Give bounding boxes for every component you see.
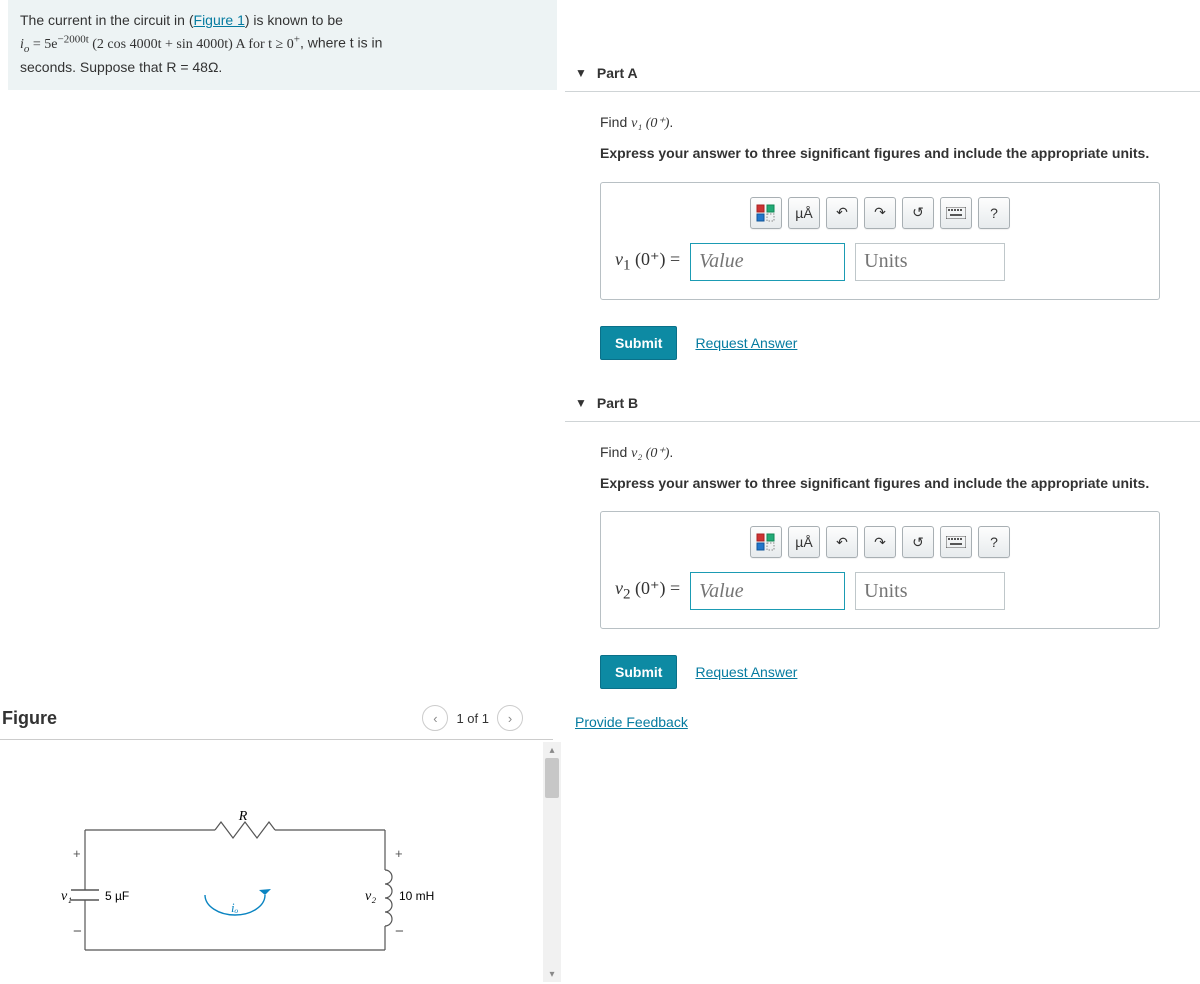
part-a-title: Part A	[597, 65, 638, 81]
lbl-v: v	[615, 249, 623, 269]
svg-text:5 µF: 5 µF	[105, 889, 129, 903]
svg-text:−: −	[73, 923, 82, 940]
units-button[interactable]: µÅ	[788, 526, 820, 558]
figure-next-button[interactable]: ›	[497, 705, 523, 731]
eq-exp: −2000t	[58, 33, 89, 45]
part-b-answer-box: µÅ ↶ ↷ ↺ ? v2 (0⁺) =	[600, 511, 1160, 629]
find-var: v₁ (0⁺)	[631, 116, 669, 131]
lbl-sub: 2	[623, 587, 631, 603]
find-post: .	[669, 114, 673, 130]
equation: io = 5e−2000t (2 cos 4000t + sin 4000t) …	[20, 37, 300, 52]
part-b-toolbar: µÅ ↶ ↷ ↺ ?	[615, 526, 1145, 558]
problem-statement: The current in the circuit in (Figure 1)…	[8, 0, 557, 90]
find-post: .	[669, 444, 673, 460]
figure-prev-button[interactable]: ‹	[422, 705, 448, 731]
problem-line3: seconds. Suppose that R = 48Ω.	[20, 59, 222, 75]
part-a-eq-label: v1 (0⁺) =	[615, 249, 680, 275]
part-b-submit-button[interactable]: Submit	[600, 655, 677, 689]
keyboard-icon[interactable]	[940, 526, 972, 558]
part-a-submit-button[interactable]: Submit	[600, 326, 677, 360]
part-a-header[interactable]: ▼ Part A	[565, 55, 1200, 92]
find-var: v₂ (0⁺)	[631, 446, 669, 461]
svg-text:10 mH: 10 mH	[399, 889, 434, 903]
undo-icon[interactable]: ↶	[826, 197, 858, 229]
scroll-thumb[interactable]	[545, 758, 559, 798]
svg-text:−: −	[395, 923, 404, 940]
lbl-sub: 1	[623, 257, 631, 273]
label-R: R	[238, 810, 248, 824]
part-a-toolbar: µÅ ↶ ↷ ↺ ?	[615, 197, 1145, 229]
figure-pager: ‹ 1 of 1 ›	[422, 705, 523, 731]
svg-text:+: +	[73, 846, 81, 861]
problem-text: The current in the circuit in (	[20, 12, 194, 28]
eq-trig: (2 cos 4000t + sin 4000t) A for t ≥ 0	[89, 37, 294, 52]
svg-text:v₁: v₁	[61, 889, 72, 904]
problem-text-post: ) is known to be	[245, 12, 343, 28]
help-icon[interactable]: ?	[978, 526, 1010, 558]
circuit-diagram: R + v₁ 5 µF − iₒ + v₂ 10 mH −	[55, 810, 435, 970]
part-b-value-input[interactable]	[690, 572, 845, 610]
part-b-title: Part B	[597, 395, 638, 411]
part-b-instruction: Express your answer to three significant…	[600, 474, 1190, 494]
redo-icon[interactable]: ↷	[864, 197, 896, 229]
figure-scrollbar[interactable]: ▴ ▾	[543, 742, 561, 982]
part-a-answer-box: µÅ ↶ ↷ ↺ ? v1 (0⁺) =	[600, 182, 1160, 300]
lbl-arg: (0⁺) =	[631, 249, 681, 269]
part-a-units-input[interactable]	[855, 243, 1005, 281]
keyboard-icon[interactable]	[940, 197, 972, 229]
part-a-instruction: Express your answer to three significant…	[600, 144, 1190, 164]
units-button[interactable]: µÅ	[788, 197, 820, 229]
figure-counter: 1 of 1	[452, 711, 493, 726]
find-pre: Find	[600, 114, 631, 130]
figure-title: Figure	[2, 708, 57, 729]
caret-down-icon: ▼	[575, 396, 587, 410]
lbl-v: v	[615, 578, 623, 598]
provide-feedback-link[interactable]: Provide Feedback	[575, 714, 688, 730]
part-a-request-answer-link[interactable]: Request Answer	[695, 335, 797, 351]
eq-mid: = 5e	[29, 37, 57, 52]
lbl-arg: (0⁺) =	[631, 578, 681, 598]
reset-icon[interactable]: ↺	[902, 526, 934, 558]
templates-icon[interactable]	[750, 197, 782, 229]
svg-text:+: +	[395, 846, 403, 861]
part-a-value-input[interactable]	[690, 243, 845, 281]
part-b-eq-label: v2 (0⁺) =	[615, 578, 680, 604]
part-b-request-answer-link[interactable]: Request Answer	[695, 664, 797, 680]
part-b-units-input[interactable]	[855, 572, 1005, 610]
part-b-find: Find v₂ (0⁺).	[600, 442, 1190, 464]
part-a-find: Find v₁ (0⁺).	[600, 112, 1190, 134]
scroll-up-icon[interactable]: ▴	[543, 742, 561, 758]
reset-icon[interactable]: ↺	[902, 197, 934, 229]
svg-text:iₒ: iₒ	[231, 900, 239, 915]
caret-down-icon: ▼	[575, 66, 587, 80]
find-pre: Find	[600, 444, 631, 460]
templates-icon[interactable]	[750, 526, 782, 558]
help-icon[interactable]: ?	[978, 197, 1010, 229]
svg-text:v₂: v₂	[365, 889, 376, 904]
scroll-down-icon[interactable]: ▾	[543, 966, 561, 982]
redo-icon[interactable]: ↷	[864, 526, 896, 558]
figure-link[interactable]: Figure 1	[194, 12, 245, 28]
undo-icon[interactable]: ↶	[826, 526, 858, 558]
eq-tail: , where t is in	[300, 35, 382, 51]
part-b-header[interactable]: ▼ Part B	[565, 385, 1200, 422]
